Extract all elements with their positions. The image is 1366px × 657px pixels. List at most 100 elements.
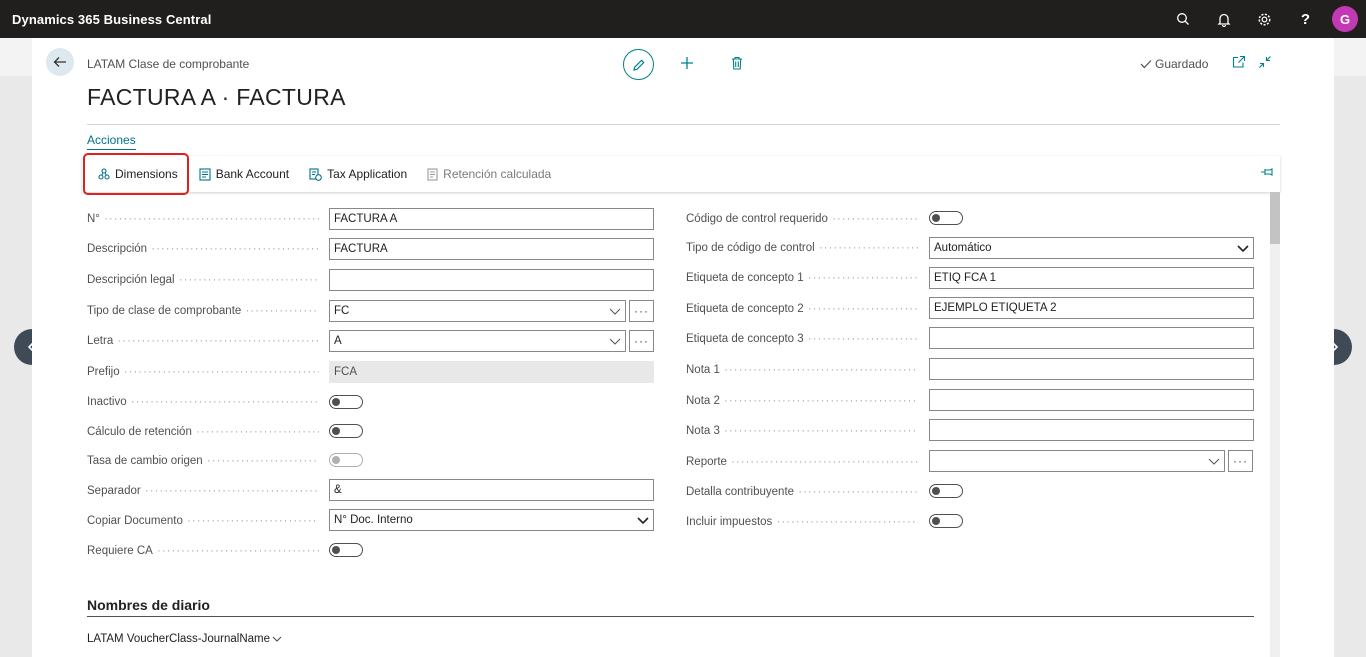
pin-icon: [1261, 168, 1273, 176]
avatar[interactable]: G: [1332, 6, 1358, 32]
calculo-retencion-toggle[interactable]: [329, 424, 363, 438]
field-label: Inactivo: [87, 390, 319, 414]
descripcion-input[interactable]: FACTURA: [329, 238, 654, 260]
retencion-calculada-button[interactable]: Retención calculada: [417, 156, 561, 192]
subsection-label: LATAM VoucherClass-JournalName: [87, 633, 271, 645]
field-calculo-retencion: Cálculo de retención: [87, 420, 654, 444]
reporte-input[interactable]: [929, 450, 1225, 472]
field-tasa-cambio-origen: Tasa de cambio origen: [87, 449, 654, 473]
tipo-codigo-control-select[interactable]: Automático: [929, 237, 1254, 259]
descripcion-legal-input[interactable]: [329, 269, 654, 291]
field-label: Prefijo: [87, 360, 319, 384]
field-label: Descripción legal: [87, 268, 319, 292]
saved-status: Guardado: [1140, 57, 1208, 71]
subsection-journal-name[interactable]: LATAM VoucherClass-JournalName: [87, 633, 282, 645]
field-label: Descripción: [87, 237, 319, 261]
reporte-lookup-button[interactable]: ···: [1228, 450, 1253, 472]
chevron-down-icon: [637, 517, 649, 525]
field-requiere-ca: Requiere CA: [87, 539, 654, 563]
nota-3-input[interactable]: [929, 419, 1254, 441]
tax-application-button[interactable]: Tax Application: [299, 156, 417, 192]
etiqueta-concepto-2-input[interactable]: EJEMPLO ETIQUETA 2: [929, 297, 1254, 319]
open-in-new-window-icon: [1232, 55, 1246, 68]
field-nota-1: Nota 1: [686, 358, 1254, 382]
collapse-button[interactable]: [1258, 55, 1272, 72]
letra-input[interactable]: A: [329, 330, 626, 352]
field-label: Reporte: [686, 450, 918, 474]
scrollbar[interactable]: [1270, 192, 1280, 657]
letra-lookup-button[interactable]: ···: [629, 330, 654, 352]
edit-button[interactable]: [623, 49, 654, 80]
field-descripcion: Descripción FACTURA: [87, 237, 654, 261]
search-icon[interactable]: [1162, 0, 1203, 38]
gear-icon[interactable]: [1244, 0, 1285, 38]
record-card: LATAM Clase de comprobante FACTURA A · F…: [32, 38, 1334, 657]
trash-icon: [732, 56, 742, 70]
chevron-down-icon: [1237, 245, 1249, 253]
requiere-ca-toggle[interactable]: [329, 543, 363, 557]
tab-acciones[interactable]: Acciones: [87, 133, 136, 150]
nota-2-input[interactable]: [929, 389, 1254, 411]
field-etiqueta-concepto-3: Etiqueta de concepto 3: [686, 327, 1254, 351]
dimensions-button[interactable]: Dimensions: [83, 153, 189, 195]
field-label: Letra: [87, 329, 319, 353]
field-detalla-contribuyente: Detalla contribuyente: [686, 480, 1254, 504]
tipo-clase-comprobante-lookup-button[interactable]: ···: [629, 300, 654, 322]
help-icon[interactable]: ?: [1285, 0, 1326, 38]
new-button[interactable]: [677, 53, 697, 73]
scrollbar-thumb[interactable]: [1270, 192, 1280, 244]
app-title[interactable]: Dynamics 365 Business Central: [12, 12, 211, 27]
field-label: Etiqueta de concepto 1: [686, 266, 918, 290]
field-incluir-impuestos: Incluir impuestos: [686, 510, 1254, 534]
codigo-control-requerido-toggle[interactable]: [929, 211, 963, 225]
dimensions-label: Dimensions: [115, 167, 178, 181]
tipo-clase-comprobante-input[interactable]: FC: [329, 300, 626, 322]
back-button[interactable]: [46, 48, 74, 76]
section-title-nombres-diario[interactable]: Nombres de diario: [87, 597, 210, 613]
plus-icon: [681, 57, 693, 69]
bell-icon[interactable]: [1203, 0, 1244, 38]
field-copiar-documento: Copiar Documento N° Doc. Interno: [87, 509, 654, 533]
bank-account-label: Bank Account: [215, 167, 290, 181]
no-input[interactable]: FACTURA A: [329, 208, 654, 230]
etiqueta-concepto-1-input[interactable]: ETIQ FCA 1: [929, 267, 1254, 289]
app-bar: Dynamics 365 Business Central ? G: [0, 0, 1366, 38]
section-divider: [87, 616, 1254, 617]
prefijo-value: FCA: [329, 361, 654, 383]
copiar-documento-value: N° Doc. Interno: [334, 514, 413, 526]
tipo-clase-comprobante-value: FC: [334, 305, 350, 317]
inactivo-toggle[interactable]: [329, 395, 363, 409]
open-new-window-button[interactable]: [1232, 55, 1246, 72]
chevron-down-icon: [609, 308, 621, 315]
field-label: Requiere CA: [87, 539, 319, 563]
field-label: Código de control requerido: [686, 207, 918, 231]
field-label: Separador: [87, 479, 319, 503]
field-label: Incluir impuestos: [686, 510, 918, 534]
separador-input[interactable]: &: [329, 479, 654, 501]
nota-1-input[interactable]: [929, 358, 1254, 380]
chevron-down-icon: [272, 636, 282, 642]
field-label: Cálculo de retención: [87, 420, 319, 444]
field-label: Nota 2: [686, 389, 918, 413]
field-label: Detalla contribuyente: [686, 480, 918, 504]
page-caption: LATAM Clase de comprobante: [87, 57, 250, 71]
collapse-icon: [1259, 56, 1271, 68]
pencil-icon: [632, 58, 645, 71]
field-tipo-codigo-control: Tipo de código de control Automático: [686, 236, 1254, 260]
field-label: Nota 3: [686, 419, 918, 443]
field-separador: Separador &: [87, 479, 654, 503]
field-codigo-control-requerido: Código de control requerido: [686, 207, 1254, 231]
dimensions-icon: [98, 168, 110, 180]
field-label: Tasa de cambio origen: [87, 449, 319, 473]
field-label: N°: [87, 207, 319, 231]
pin-action-bar-button[interactable]: [1260, 166, 1274, 181]
bank-account-icon: [199, 167, 211, 181]
tax-application-icon: [309, 167, 322, 181]
delete-button[interactable]: [727, 53, 747, 73]
bank-account-button[interactable]: Bank Account: [189, 156, 299, 192]
copiar-documento-select[interactable]: N° Doc. Interno: [329, 509, 654, 531]
etiqueta-concepto-3-input[interactable]: [929, 327, 1254, 349]
field-reporte: Reporte ···: [686, 450, 1254, 474]
detalla-contribuyente-toggle[interactable]: [929, 484, 963, 498]
incluir-impuestos-toggle[interactable]: [929, 514, 963, 528]
